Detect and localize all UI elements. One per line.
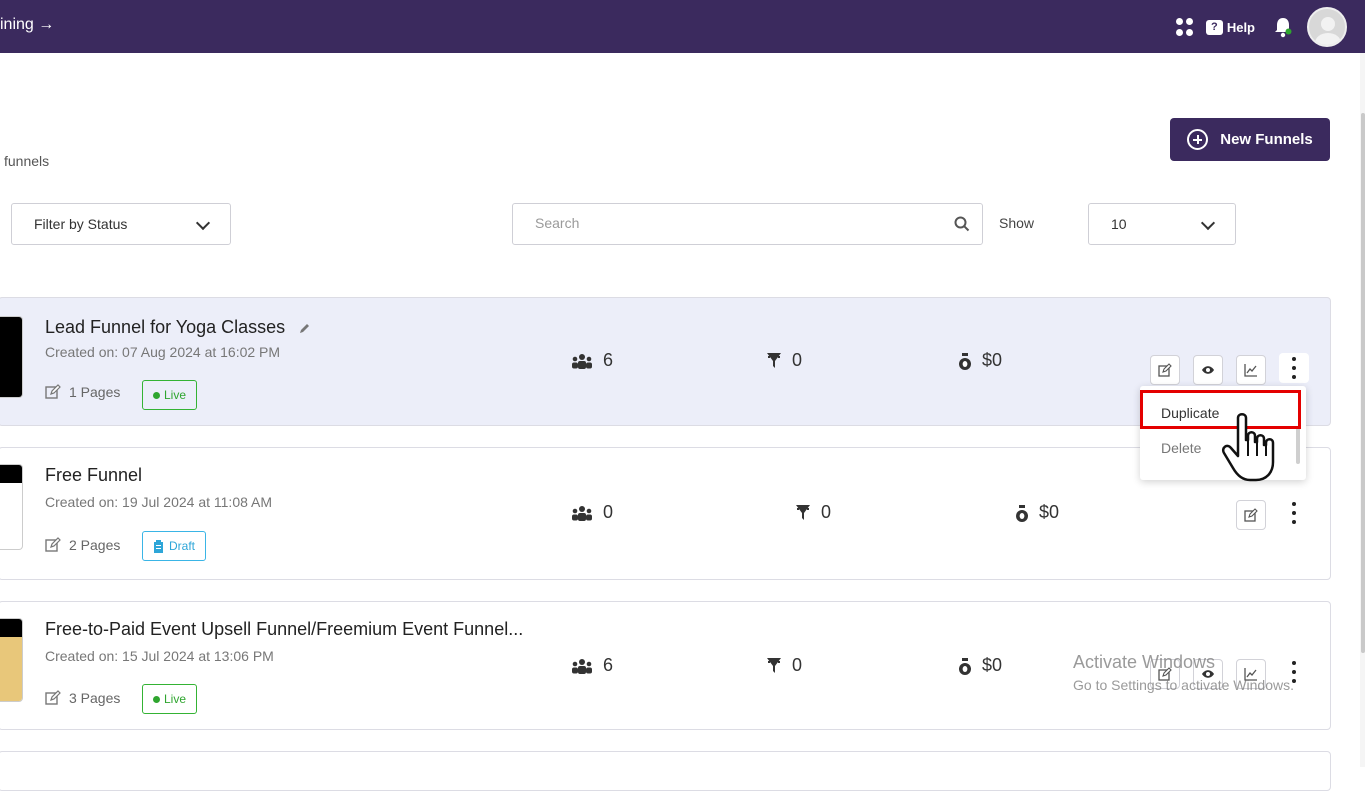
apps-icon[interactable] (1175, 18, 1194, 36)
edit-icon (1158, 363, 1172, 377)
funnel-thumbnail[interactable] (0, 464, 23, 550)
windows-activation-watermark: Activate Windows Go to Settings to activ… (1073, 652, 1294, 693)
search-box[interactable] (512, 203, 983, 245)
revenue-value: $0 (982, 655, 1003, 675)
page-size-value: 10 (1111, 216, 1127, 232)
users-icon (572, 658, 592, 674)
more-options-button[interactable] (1279, 498, 1309, 528)
funnel-title[interactable]: Free-to-Paid Event Upsell Funnel/Freemiu… (45, 619, 523, 640)
visitors-stat: 0 (571, 502, 613, 523)
chevron-down-icon (195, 215, 211, 231)
help-label: Help (1226, 19, 1255, 35)
pencil-icon[interactable] (298, 322, 311, 335)
clipboard-icon (154, 539, 163, 553)
avatar[interactable] (1307, 7, 1347, 47)
conversions-stat: 0 (766, 655, 802, 676)
analytics-button[interactable] (1236, 355, 1266, 385)
funnel-filter-icon (767, 657, 781, 673)
more-options-button[interactable] (1279, 353, 1309, 383)
status-badge: Live (142, 684, 198, 714)
conversions-stat: 0 (766, 350, 802, 371)
users-icon (572, 353, 592, 369)
created-date: Created on: 15 Jul 2024 at 13:06 PM (45, 648, 274, 664)
users-icon (572, 505, 592, 521)
search-icon[interactable] (954, 216, 970, 232)
funnel-card[interactable]: Lead Funnel for Yoga Classes Created on:… (0, 297, 1331, 426)
search-input[interactable] (535, 215, 935, 231)
revenue-stat: $0 (958, 655, 1002, 676)
breadcrumb[interactable]: ining → (0, 16, 54, 34)
created-date: Created on: 19 Jul 2024 at 11:08 AM (45, 494, 273, 510)
eye-icon (1202, 366, 1214, 374)
chart-icon (1244, 364, 1257, 377)
page-count: 2 Pages (45, 537, 120, 553)
funnel-title[interactable]: Free Funnel (45, 465, 142, 486)
edit-button[interactable] (1150, 355, 1180, 385)
top-bar: ining → ? Help (0, 0, 1365, 53)
watermark-line1: Activate Windows (1073, 652, 1216, 672)
revenue-stat: $0 (1015, 502, 1059, 523)
funnel-thumbnail[interactable] (0, 316, 23, 398)
visitors-stat: 6 (571, 655, 613, 676)
page-count: 3 Pages (45, 690, 120, 706)
revenue-value: $0 (1039, 502, 1060, 522)
menu-item-delete[interactable]: Delete (1161, 440, 1201, 456)
revenue-stat: $0 (958, 350, 1002, 371)
conversions-stat: 0 (795, 502, 831, 523)
funnel-card[interactable]: Free Funnel Created on: 19 Jul 2024 at 1… (0, 447, 1331, 580)
chevron-down-icon (1200, 215, 1216, 231)
conversions-value: 0 (792, 655, 803, 675)
edit-icon (1244, 508, 1258, 522)
page-scrollbar-thumb[interactable] (1361, 113, 1365, 653)
conversions-value: 0 (792, 350, 803, 370)
edit-pages-icon (45, 384, 61, 399)
funnel-title[interactable]: Lead Funnel for Yoga Classes (45, 317, 311, 338)
money-bag-icon (959, 352, 971, 370)
page-count-text: 3 Pages (69, 690, 121, 706)
funnel-title-text: Lead Funnel for Yoga Classes (45, 317, 286, 337)
visitors-value: 6 (603, 655, 614, 675)
visitors-value: 6 (603, 350, 614, 370)
page-count: 1 Pages (45, 384, 120, 400)
page-size-select[interactable]: 10 (1088, 203, 1236, 245)
status-filter-value: Filter by Status (34, 216, 128, 232)
funnel-filter-icon (767, 352, 781, 368)
preview-button[interactable] (1193, 355, 1223, 385)
page-scrollbar[interactable] (1360, 53, 1365, 767)
funnel-title-text: Free Funnel (45, 465, 143, 485)
new-funnels-button[interactable]: New Funnels (1170, 118, 1330, 161)
page-subtitle: funnels (4, 153, 50, 169)
hand-pointer-icon (1222, 413, 1275, 482)
funnel-card[interactable] (0, 751, 1331, 791)
status-badge: Live (142, 380, 198, 410)
funnel-filter-icon (796, 504, 810, 520)
kebab-icon (1291, 357, 1297, 379)
watermark-line2: Go to Settings to activate Windows. (1073, 677, 1294, 693)
show-label: Show (999, 215, 1035, 231)
visitors-stat: 6 (571, 350, 613, 371)
kebab-icon (1291, 502, 1297, 524)
plus-circle-icon (1187, 129, 1209, 150)
money-bag-icon (1016, 504, 1028, 522)
visitors-value: 0 (603, 502, 614, 522)
help-button[interactable]: ? Help (1205, 19, 1255, 35)
topbar-actions: ? Help (1175, 7, 1347, 47)
new-funnels-label: New Funnels (1220, 131, 1313, 148)
page-count-text: 2 Pages (69, 537, 121, 553)
funnel-thumbnail[interactable] (0, 618, 23, 702)
edit-pages-icon (45, 690, 61, 705)
conversions-value: 0 (821, 502, 832, 522)
page-count-text: 1 Pages (69, 384, 121, 400)
help-icon: ? (1205, 19, 1223, 35)
status-filter-select[interactable]: Filter by Status (11, 203, 231, 245)
created-date: Created on: 07 Aug 2024 at 16:02 PM (45, 344, 281, 360)
bell-icon[interactable] (1273, 16, 1293, 38)
edit-pages-icon (45, 537, 61, 552)
status-badge: Draft (142, 531, 207, 561)
money-bag-icon (959, 657, 971, 675)
funnel-title-text: Free-to-Paid Event Upsell Funnel/Freemiu… (45, 619, 524, 639)
revenue-value: $0 (982, 350, 1003, 370)
edit-button[interactable] (1236, 500, 1266, 530)
menu-scrollbar[interactable] (1296, 426, 1300, 464)
